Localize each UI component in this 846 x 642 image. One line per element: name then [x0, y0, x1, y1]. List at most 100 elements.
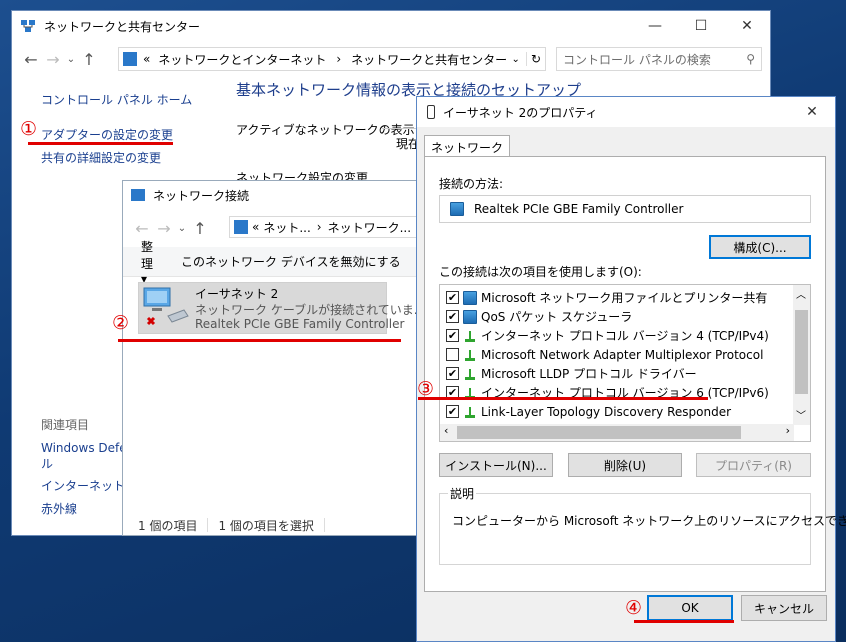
- search-input[interactable]: コントロール パネルの検索 ⚲: [556, 47, 762, 71]
- breadcrumb-separator[interactable]: ›: [336, 52, 341, 66]
- up-arrow-icon[interactable]: ↑: [78, 50, 100, 69]
- disable-device-button[interactable]: このネットワーク デバイスを無効にする: [181, 253, 401, 270]
- ethernet-icon: [427, 105, 435, 119]
- address-dropdown-icon[interactable]: ⌄: [512, 54, 520, 65]
- network-icon: [463, 309, 477, 324]
- vertical-scrollbar[interactable]: ︿ ﹀: [793, 285, 810, 425]
- selected-count: 1 個の項目を選択: [218, 518, 314, 533]
- breadcrumb-overflow[interactable]: «: [143, 52, 150, 66]
- history-dropdown-icon[interactable]: ⌄: [64, 54, 78, 65]
- scroll-left-icon[interactable]: ‹: [444, 424, 448, 437]
- protocol-icon: [463, 367, 477, 381]
- dialog-close-button[interactable]: ✕: [789, 97, 835, 127]
- component-row[interactable]: ✔ Link-Layer Topology Discovery Responder: [440, 402, 794, 421]
- description-label: 説明: [448, 485, 477, 502]
- title-bar[interactable]: ネットワークと共有センター — ☐ ✕: [12, 11, 770, 41]
- scroll-up-icon[interactable]: ︿: [796, 286, 806, 301]
- properties-button[interactable]: プロパティ(R): [696, 453, 811, 477]
- component-label: Microsoft ネットワーク用ファイルとプリンター共有: [481, 291, 768, 305]
- component-row[interactable]: ✔ Microsoft ネットワーク用ファイルとプリンター共有: [440, 288, 794, 307]
- annotation-2: ②: [112, 312, 130, 334]
- component-checkbox[interactable]: [446, 348, 459, 361]
- components-list[interactable]: ✔ Microsoft ネットワーク用ファイルとプリンター共有 ✔ QoS パケット …: [439, 284, 811, 442]
- nc-breadcrumb-connections[interactable]: ネットワーク...: [328, 219, 411, 236]
- annotation-3-underline: [418, 397, 708, 400]
- dialog-title-bar[interactable]: イーサネット 2のプロパティ ✕: [417, 97, 835, 127]
- horizontal-scrollbar[interactable]: ‹ ›: [440, 424, 794, 441]
- component-row[interactable]: ✔ QoS パケット スケジューラ: [440, 307, 794, 326]
- network-icon: [20, 19, 36, 33]
- nc-title-bar[interactable]: ネットワーク接続: [123, 181, 421, 209]
- control-panel-icon: [123, 52, 137, 66]
- windows-defender-link[interactable]: Windows Defen ル: [41, 440, 134, 472]
- adapter-status: ネットワーク ケーブルが接続されていま...: [195, 303, 426, 317]
- component-checkbox[interactable]: ✔: [446, 329, 459, 342]
- component-label: Link-Layer Topology Discovery Responder: [481, 404, 732, 419]
- forward-arrow-icon[interactable]: →: [42, 50, 64, 69]
- annotation-2-underline: [118, 339, 401, 342]
- nc-status-bar: 1 個の項目 1 個の項目を選択: [123, 515, 421, 535]
- organize-menu[interactable]: 整理 ▾: [141, 238, 153, 286]
- minimize-button[interactable]: —: [632, 11, 678, 41]
- close-button[interactable]: ✕: [724, 11, 770, 41]
- configure-button[interactable]: 構成(C)...: [709, 235, 811, 259]
- description-group: 説明 コンピューターから Microsoft ネットワーク上のリソースにアクセス…: [439, 485, 846, 565]
- items-label: この接続は次の項目を使用します(O):: [439, 265, 642, 279]
- component-checkbox[interactable]: ✔: [446, 367, 459, 380]
- sidebar-adapter-settings-link[interactable]: アダプターの設定の変更: [41, 126, 173, 143]
- description-text: コンピューターから Microsoft ネットワーク上のリソースにアクセスできま…: [452, 514, 846, 528]
- nc-breadcrumb-separator[interactable]: ›: [317, 220, 322, 234]
- tab-network[interactable]: ネットワーク: [424, 135, 511, 157]
- nc-toolbar: 整理 ▾ このネットワーク デバイスを無効にする »: [123, 240, 430, 286]
- active-networks-label: アクティブなネットワークの表示: [236, 123, 415, 137]
- nc-back-arrow-icon[interactable]: ←: [131, 219, 153, 238]
- connect-using-label: 接続の方法:: [439, 177, 504, 191]
- breadcrumb-sharing-center[interactable]: ネットワークと共有センター: [351, 51, 507, 68]
- scroll-right-icon[interactable]: ›: [786, 424, 790, 437]
- h-scroll-thumb[interactable]: [457, 426, 741, 439]
- sidebar-advanced-sharing-link[interactable]: 共有の詳細設定の変更: [41, 149, 161, 166]
- sidebar-home-link[interactable]: コントロール パネル ホーム: [41, 91, 192, 108]
- tab-panel: 接続の方法: Realtek PCIe GBE Family Controlle…: [424, 156, 846, 592]
- components-list-items: ✔ Microsoft ネットワーク用ファイルとプリンター共有 ✔ QoS パケット …: [440, 288, 794, 440]
- install-button[interactable]: インストール(N)...: [439, 453, 553, 477]
- back-arrow-icon[interactable]: ←: [20, 50, 42, 69]
- component-label: Microsoft Network Adapter Multiplexor Pr…: [481, 347, 764, 362]
- component-row[interactable]: ✔ インターネット プロトコル バージョン 4 (TCP/IPv4): [440, 326, 794, 345]
- nc-history-dropdown-icon[interactable]: ⌄: [175, 223, 189, 234]
- maximize-button[interactable]: ☐: [678, 11, 724, 41]
- breadcrumb-network-internet[interactable]: ネットワークとインターネット: [158, 51, 326, 68]
- address-bar[interactable]: « ネットワークとインターネット › ネットワークと共有センター ⌄ ↻: [118, 47, 546, 71]
- network-icon: [463, 290, 477, 305]
- network-connections-window: ネットワーク接続 ← → ⌄ ↑ « ネット... › ネットワーク... 整理…: [122, 180, 430, 536]
- infrared-link[interactable]: 赤外線: [41, 500, 77, 517]
- nc-breadcrumb-overflow[interactable]: «: [252, 220, 259, 234]
- search-placeholder: コントロール パネルの検索: [563, 52, 711, 67]
- status-divider-2: [323, 518, 325, 532]
- adapter-device: Realtek PCIe GBE Family Controller: [195, 317, 405, 331]
- nc-breadcrumb-network[interactable]: ネット...: [263, 219, 310, 236]
- ok-button[interactable]: OK: [647, 595, 733, 621]
- refresh-icon[interactable]: ↻: [525, 52, 545, 66]
- scroll-down-icon[interactable]: ﹀: [796, 407, 806, 422]
- scroll-thumb[interactable]: [795, 310, 808, 394]
- component-checkbox[interactable]: ✔: [446, 291, 459, 304]
- uninstall-button[interactable]: 削除(U): [568, 453, 682, 477]
- component-checkbox[interactable]: ✔: [446, 405, 459, 418]
- cancel-button[interactable]: キャンセル: [741, 595, 827, 621]
- adapter-item[interactable]: イーサネット 2 ネットワーク ケーブルが接続されていま... Realtek …: [138, 282, 425, 334]
- component-label: Microsoft LLDP プロトコル ドライバー: [481, 367, 697, 381]
- protocol-icon: [463, 348, 477, 362]
- component-checkbox[interactable]: ✔: [446, 310, 459, 323]
- protocol-icon: [463, 405, 477, 419]
- protocol-icon: [463, 329, 477, 343]
- nc-up-arrow-icon[interactable]: ↑: [189, 219, 211, 238]
- item-count: 1 個の項目: [138, 518, 198, 533]
- adapter-name: イーサネット 2: [195, 287, 279, 301]
- search-icon: ⚲: [746, 52, 755, 66]
- component-row[interactable]: Microsoft Network Adapter Multiplexor Pr…: [440, 345, 794, 364]
- windows-defender-label-2: ル: [41, 457, 54, 471]
- nc-address-bar[interactable]: « ネット... › ネットワーク...: [229, 216, 423, 238]
- component-row[interactable]: ✔ Microsoft LLDP プロトコル ドライバー: [440, 364, 794, 383]
- nc-forward-arrow-icon[interactable]: →: [153, 219, 175, 238]
